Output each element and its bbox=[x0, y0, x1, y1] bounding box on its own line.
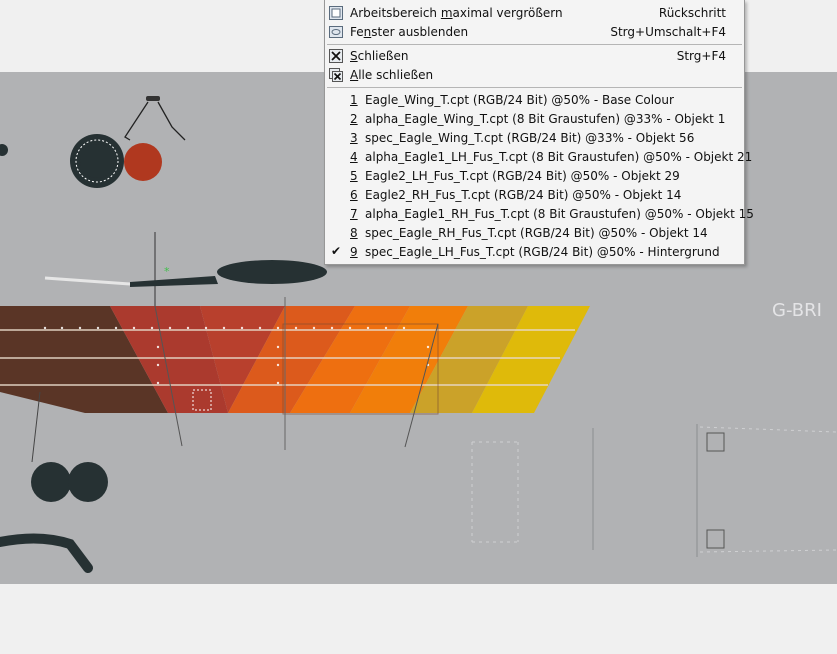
menu-item-document-7[interactable]: 7 alpha_Eagle1_RH_Fus_T.cpt (8 Bit Graus… bbox=[325, 205, 754, 224]
menu-item-document-9[interactable]: ✔ 9 spec_Eagle_LH_Fus_T.cpt (RGB/24 Bit)… bbox=[325, 243, 744, 262]
menu-item-document-3[interactable]: 3 spec_Eagle_Wing_T.cpt (RGB/24 Bit) @33… bbox=[325, 129, 744, 148]
menu-item-document-6[interactable]: 6 Eagle2_RH_Fus_T.cpt (RGB/24 Bit) @50% … bbox=[325, 186, 744, 205]
close-window-icon bbox=[329, 49, 343, 63]
menu-item-maximize-workspace[interactable]: Arbeitsbereich maximal vergrößern Rücksc… bbox=[325, 4, 744, 23]
close-all-windows-icon bbox=[329, 68, 343, 82]
menu-separator bbox=[327, 44, 742, 45]
menu-item-hide-window[interactable]: Fenster ausblenden Strg+Umschalt+F4 bbox=[325, 23, 744, 42]
menu-separator bbox=[327, 87, 742, 88]
menu-item-close[interactable]: Schließen Strg+F4 bbox=[325, 47, 744, 66]
hide-window-icon bbox=[329, 26, 343, 38]
checkmark-icon: ✔ bbox=[331, 244, 342, 258]
menu-item-close-all[interactable]: Alle schließen bbox=[325, 66, 744, 85]
menu-item-document-5[interactable]: 5 Eagle2_LH_Fus_T.cpt (RGB/24 Bit) @50% … bbox=[325, 167, 744, 186]
menu-item-document-4[interactable]: 4 alpha_Eagle1_LH_Fus_T.cpt (8 Bit Graus… bbox=[325, 148, 752, 167]
shortcut-label: Rückschritt bbox=[658, 6, 726, 20]
shortcut-label: Strg+Umschalt+F4 bbox=[610, 25, 726, 39]
registration-marking: G-BRI bbox=[772, 300, 822, 321]
menu-item-document-1[interactable]: 1 Eagle_Wing_T.cpt (RGB/24 Bit) @50% - B… bbox=[325, 91, 744, 110]
maximize-window-icon bbox=[329, 6, 343, 20]
svg-text:*: * bbox=[164, 265, 170, 278]
shortcut-label: Strg+F4 bbox=[676, 49, 726, 63]
menu-item-document-2[interactable]: 2 alpha_Eagle_Wing_T.cpt (8 Bit Graustuf… bbox=[325, 110, 744, 129]
menu-item-document-8[interactable]: 8 spec_Eagle_RH_Fus_T.cpt (RGB/24 Bit) @… bbox=[325, 224, 744, 243]
window-menu: Arbeitsbereich maximal vergrößern Rücksc… bbox=[324, 0, 754, 265]
